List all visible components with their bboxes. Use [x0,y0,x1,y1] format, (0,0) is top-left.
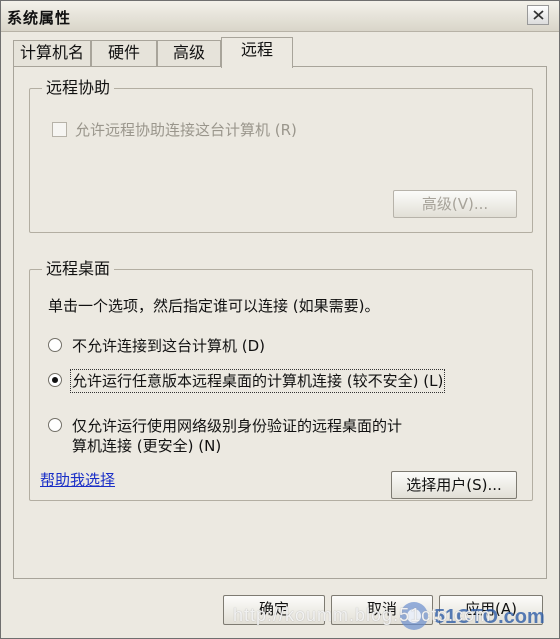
nla-only-radio[interactable] [48,418,62,432]
allow-remote-assistance-checkbox[interactable] [52,122,67,137]
tab-remote[interactable]: 远程 [221,37,293,68]
dialog-footer: 确定 取消 应用(A) [1,585,559,637]
nla-only-label: 仅允许运行使用网络级别身份验证的远程桌面的计 算机连接 (更安全) (N) [72,416,402,456]
title-bar[interactable]: 系统属性 [1,1,559,32]
allow-any-version-label: 允许运行任意版本远程桌面的计算机连接 (较不安全) (L) [69,369,446,393]
remote-assistance-group: 远程协助 允许远程协助连接这台计算机 (R) 高级(V)... [29,78,533,233]
radio-option-allow-any-version[interactable]: 允许运行任意版本远程桌面的计算机连接 (较不安全) (L) [48,369,446,393]
select-users-button[interactable]: 选择用户(S)... [391,471,517,499]
tab-advanced[interactable]: 高级 [157,40,221,66]
allow-remote-assistance-label: 允许远程协助连接这台计算机 (R) [75,121,297,139]
help-me-choose-link[interactable]: 帮助我选择 [40,469,115,490]
nla-only-label-line2: 算机连接 (更安全) (N) [72,437,222,455]
remote-desktop-title: 远程桌面 [42,259,115,279]
deny-radio[interactable] [48,338,62,352]
advanced-button[interactable]: 高级(V)... [393,190,517,218]
remote-desktop-group: 远程桌面 单击一个选项，然后指定谁可以连接 (如果需要)。 不允许连接到这台计算… [29,259,533,501]
radio-option-nla-only[interactable]: 仅允许运行使用网络级别身份验证的远程桌面的计 算机连接 (更安全) (N) [48,416,402,456]
radio-option-deny[interactable]: 不允许连接到这台计算机 (D) [48,336,265,356]
allow-remote-assistance-option[interactable]: 允许远程协助连接这台计算机 (R) [52,120,297,140]
system-properties-window: 系统属性 计算机名 硬件 高级 远程 远程协助 允许远程协助连接这台计算机 (R… [0,0,560,639]
tab-computer-name[interactable]: 计算机名 [13,40,91,66]
allow-any-version-radio[interactable] [48,373,62,387]
deny-label: 不允许连接到这台计算机 (D) [72,337,266,355]
apply-button[interactable]: 应用(A) [439,595,543,625]
remote-tab-panel: 远程协助 允许远程协助连接这台计算机 (R) 高级(V)... 远程桌面 单击一… [13,66,547,579]
close-icon [533,10,544,20]
close-button[interactable] [527,5,549,25]
nla-only-label-line1: 仅允许运行使用网络级别身份验证的远程桌面的计 [72,417,403,435]
remote-desktop-instruction: 单击一个选项，然后指定谁可以连接 (如果需要)。 [48,297,380,315]
ok-button[interactable]: 确定 [223,595,325,625]
cancel-button[interactable]: 取消 [331,595,433,625]
window-title: 系统属性 [7,9,72,27]
remote-assistance-title: 远程协助 [42,78,115,98]
tab-hardware[interactable]: 硬件 [91,40,157,66]
